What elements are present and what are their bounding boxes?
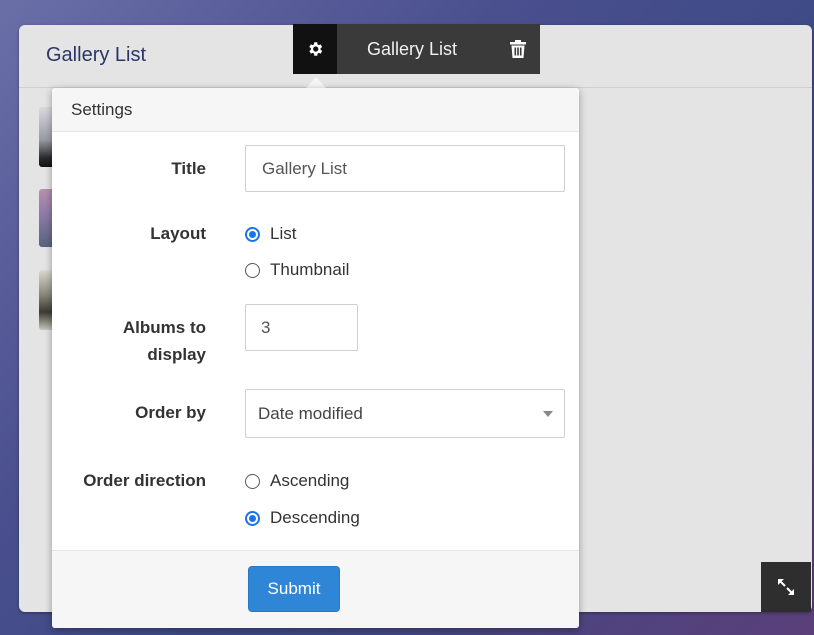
albums-label-line: display (147, 345, 206, 364)
settings-footer: Submit (52, 550, 579, 628)
block-toolbar: Gallery List (293, 24, 540, 74)
layout-option-thumbnail[interactable]: Thumbnail (245, 260, 349, 280)
layout-option-list[interactable]: List (245, 224, 296, 244)
popover-caret (306, 77, 326, 88)
delete-button[interactable] (496, 24, 540, 74)
fullscreen-button[interactable] (761, 562, 811, 612)
layout-label: Layout (150, 224, 206, 243)
title-label: Title (171, 159, 206, 178)
albums-label-line: Albums to (122, 318, 206, 337)
layout-option-label: Thumbnail (270, 260, 350, 279)
albums-count-input[interactable] (245, 304, 358, 351)
gear-icon (309, 42, 323, 56)
order-direction-label: Order direction (83, 471, 206, 490)
settings-button[interactable] (293, 24, 337, 74)
title-input[interactable] (245, 145, 565, 192)
layout-option-label: List (270, 224, 297, 243)
radio-unselected[interactable] (245, 473, 260, 489)
radio-unselected[interactable] (245, 262, 260, 278)
settings-heading: Settings (52, 88, 579, 132)
expand-icon (778, 579, 794, 595)
order-by-select[interactable]: Date modified (245, 389, 565, 438)
order-direction-ascending[interactable]: Ascending (245, 471, 349, 491)
radio-selected[interactable] (245, 226, 260, 242)
toolbar-title: Gallery List (367, 38, 458, 59)
order-by-value: Date modified (258, 403, 363, 423)
chevron-down-icon (543, 411, 553, 417)
order-direction-descending[interactable]: Descending (245, 508, 360, 528)
trash-icon (510, 40, 526, 58)
settings-panel: Settings Title Layout List Thumbnail Alb… (52, 88, 579, 628)
widget-title: Gallery List (46, 44, 147, 66)
albums-label: Albums to display (123, 314, 206, 368)
submit-button[interactable]: Submit (248, 566, 340, 612)
order-by-label: Order by (135, 403, 206, 422)
radio-selected[interactable] (245, 510, 260, 526)
order-direction-option-label: Descending (270, 508, 360, 527)
order-direction-option-label: Ascending (270, 471, 350, 490)
